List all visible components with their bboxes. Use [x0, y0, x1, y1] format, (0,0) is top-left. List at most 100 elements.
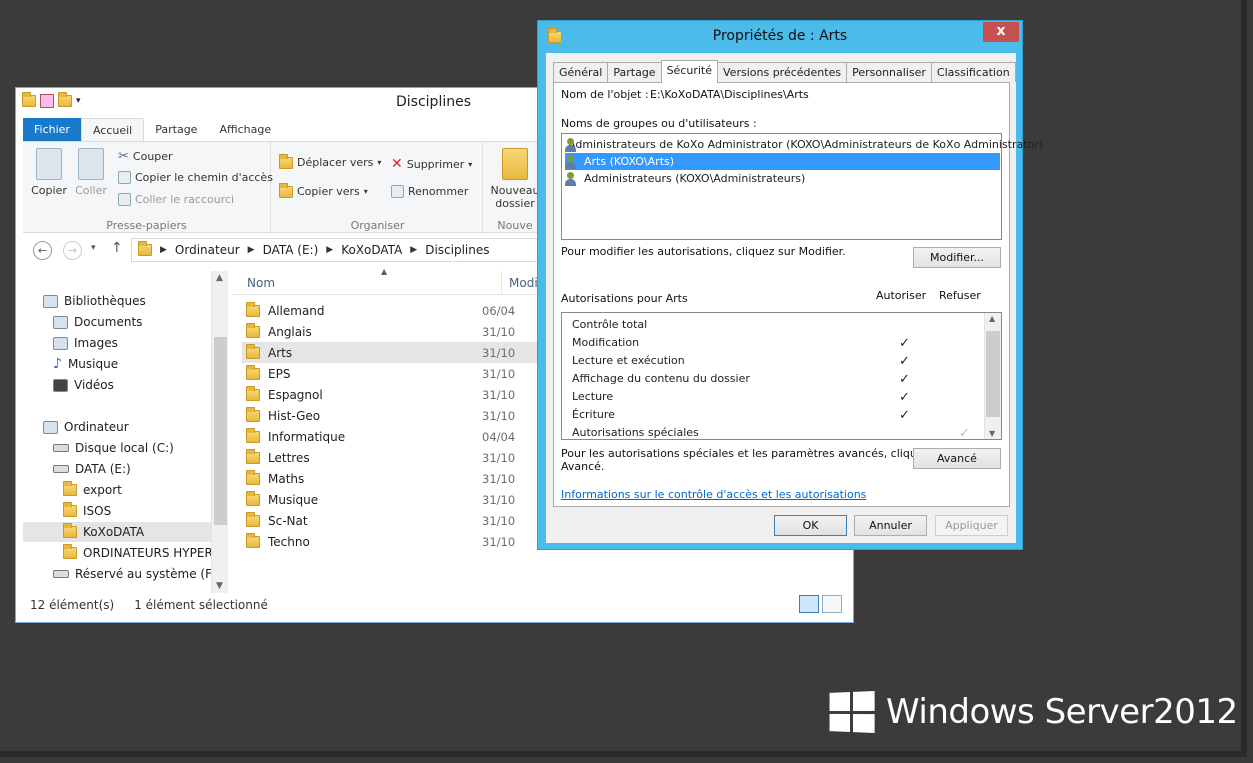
paste-button[interactable]: Coller	[71, 148, 111, 197]
column-modified[interactable]: Modi	[509, 276, 538, 290]
details-view-icon[interactable]	[799, 595, 819, 613]
nav-item-drive-f[interactable]: Réservé au système (F:)	[53, 564, 220, 584]
tab-customize[interactable]: Personnaliser	[846, 62, 932, 82]
ribbon-tabs: Fichier Accueil Partage Affichage	[23, 118, 282, 142]
check-icon: ✓	[899, 354, 910, 369]
permissions-scrollbar[interactable]: ▲ ▼	[984, 313, 1001, 439]
user-list-item-selected[interactable]: Arts (KOXO\Arts)	[565, 153, 1000, 170]
nav-item-images[interactable]: Images	[53, 333, 118, 353]
nav-scrollbar[interactable]: ▲ ▼	[211, 271, 228, 593]
forward-button[interactable]: →	[63, 241, 82, 260]
nav-item-koxodata[interactable]: KoXoDATA	[23, 522, 213, 542]
scrollbar-thumb[interactable]	[214, 337, 227, 525]
scroll-up-icon[interactable]: ▲	[216, 273, 223, 283]
drive-icon	[53, 465, 69, 473]
tab-file[interactable]: Fichier	[23, 118, 81, 142]
column-name[interactable]: Nom	[247, 276, 275, 290]
chevron-down-icon: ▾	[468, 159, 473, 169]
tab-home[interactable]: Accueil	[80, 118, 145, 142]
groups-label: Noms de groupes ou d'utilisateurs :	[561, 117, 757, 130]
nav-item-music[interactable]: ♪ Musique	[53, 354, 118, 374]
file-row-sc-nat[interactable]: Sc-Nat 31/10	[242, 510, 552, 531]
windows-logo-icon	[829, 690, 875, 734]
tab-previous-versions[interactable]: Versions précédentes	[717, 62, 848, 82]
status-bar: 12 élément(s) 1 élément sélectionné	[30, 598, 268, 612]
tab-sharing[interactable]: Partage	[607, 62, 662, 82]
tab-share[interactable]: Partage	[144, 118, 208, 142]
file-row-lettres[interactable]: Lettres 31/10	[242, 447, 552, 468]
file-row-allemand[interactable]: Allemand 06/04	[242, 300, 552, 321]
delete-button[interactable]: ✕ Supprimer ▾	[391, 156, 472, 172]
chevron-down-icon[interactable]: ▾	[76, 96, 81, 106]
new-folder-icon[interactable]	[58, 92, 72, 107]
tab-security[interactable]: Sécurité	[660, 60, 719, 83]
large-icons-view-icon[interactable]	[822, 595, 842, 613]
cancel-button[interactable]: Annuler	[854, 515, 927, 536]
file-row-arts[interactable]: Arts 31/10	[242, 342, 552, 363]
breadcrumb-item[interactable]: KoXoDATA	[341, 243, 402, 257]
rename-button[interactable]: Renommer	[391, 185, 468, 198]
cut-button[interactable]: ✂ Couper	[118, 149, 173, 164]
ok-button[interactable]: OK	[774, 515, 847, 536]
nav-item-drive-e[interactable]: DATA (E:)	[53, 459, 131, 479]
close-button[interactable]: x	[983, 22, 1019, 42]
advanced-button[interactable]: Avancé	[913, 448, 1001, 469]
recent-locations-chevron-icon[interactable]: ▾	[91, 243, 96, 253]
nav-item-drive-c[interactable]: Disque local (C:)	[53, 438, 174, 458]
up-button[interactable]: ↑	[111, 240, 123, 256]
scroll-down-icon[interactable]: ▼	[989, 429, 995, 438]
modify-button[interactable]: Modifier...	[913, 247, 1001, 268]
nav-item-isos[interactable]: ISOS	[63, 501, 111, 521]
computer-icon	[43, 420, 58, 434]
scrollbar-thumb[interactable]	[986, 331, 1000, 417]
file-row-eps[interactable]: EPS 31/10	[242, 363, 552, 384]
breadcrumb-item[interactable]: Disciplines	[425, 243, 489, 257]
scroll-up-icon[interactable]: ▲	[989, 314, 995, 323]
tab-general[interactable]: Général	[553, 62, 609, 82]
check-icon: ✓	[899, 408, 910, 423]
paste-shortcut-button[interactable]: Coller le raccourci	[118, 193, 234, 206]
organize-group: Déplacer vers ▾ Copier vers ▾ ✕ Supprimer ▾ …	[273, 142, 483, 234]
file-row-informatique[interactable]: Informatique 04/04	[242, 426, 552, 447]
nav-item-ordinateurs-hyperv[interactable]: ORDINATEURS HYPER-V	[63, 543, 224, 563]
tab-classification[interactable]: Classification	[930, 62, 1016, 82]
user-list-item[interactable]: Administrateurs de KoXo Administrator (K…	[565, 136, 1043, 153]
organize-group-label: Organiser	[350, 219, 405, 232]
nav-item-computer[interactable]: Ordinateur	[43, 417, 129, 437]
nav-item-export[interactable]: export	[63, 480, 122, 500]
properties-icon[interactable]	[40, 94, 54, 108]
deny-column-label: Refuser	[939, 289, 981, 302]
new-folder-button[interactable]: Nouveau dossier	[489, 148, 541, 210]
file-row-musique[interactable]: Musique 31/10	[242, 489, 552, 510]
nav-item-documents[interactable]: Documents	[53, 312, 142, 332]
move-to-button[interactable]: Déplacer vers ▾	[279, 153, 382, 169]
users-list[interactable]: Administrateurs de KoXo Administrator (K…	[561, 133, 1043, 240]
file-row-techno[interactable]: Techno 31/10	[242, 531, 552, 552]
user-list-item[interactable]: Administrateurs (KOXO\Administrateurs)	[565, 170, 1000, 187]
folder-icon	[246, 532, 260, 548]
dialog-titlebar: Propriétés de : Arts x	[538, 21, 1022, 51]
folder-icon	[246, 364, 260, 380]
file-row-espagnol[interactable]: Espagnol 31/10	[242, 384, 552, 405]
back-button[interactable]: ←	[33, 241, 52, 260]
permission-row: Lecture et exécution ✓	[572, 354, 910, 369]
folder-icon	[138, 241, 152, 256]
file-row-hist-geo[interactable]: Hist-Geo 31/10	[242, 405, 552, 426]
access-control-help-link[interactable]: Informations sur le contrôle d'accès et …	[561, 488, 866, 501]
scroll-down-icon[interactable]: ▼	[216, 581, 223, 591]
tab-view[interactable]: Affichage	[208, 118, 282, 142]
copy-button[interactable]: Copier	[29, 148, 69, 197]
file-row-maths[interactable]: Maths 31/10	[242, 468, 552, 489]
chevron-down-icon: ▾	[377, 158, 382, 167]
paste-icon	[78, 148, 104, 180]
nav-item-videos[interactable]: Vidéos	[53, 375, 114, 395]
file-row-anglais[interactable]: Anglais 31/10	[242, 321, 552, 342]
apply-button[interactable]: Appliquer	[935, 515, 1008, 536]
copy-to-button[interactable]: Copier vers ▾	[279, 182, 368, 198]
breadcrumb-item[interactable]: Ordinateur	[175, 243, 240, 257]
address-bar[interactable]: ▶ Ordinateur ▶ DATA (E:) ▶ KoXoDATA ▶ Di…	[131, 238, 551, 262]
breadcrumb-item[interactable]: DATA (E:)	[263, 243, 319, 257]
nav-item-libraries[interactable]: Bibliothèques	[43, 291, 146, 311]
selection-count: 1 élément sélectionné	[134, 598, 268, 612]
copy-path-button[interactable]: Copier le chemin d'accès	[118, 171, 273, 184]
